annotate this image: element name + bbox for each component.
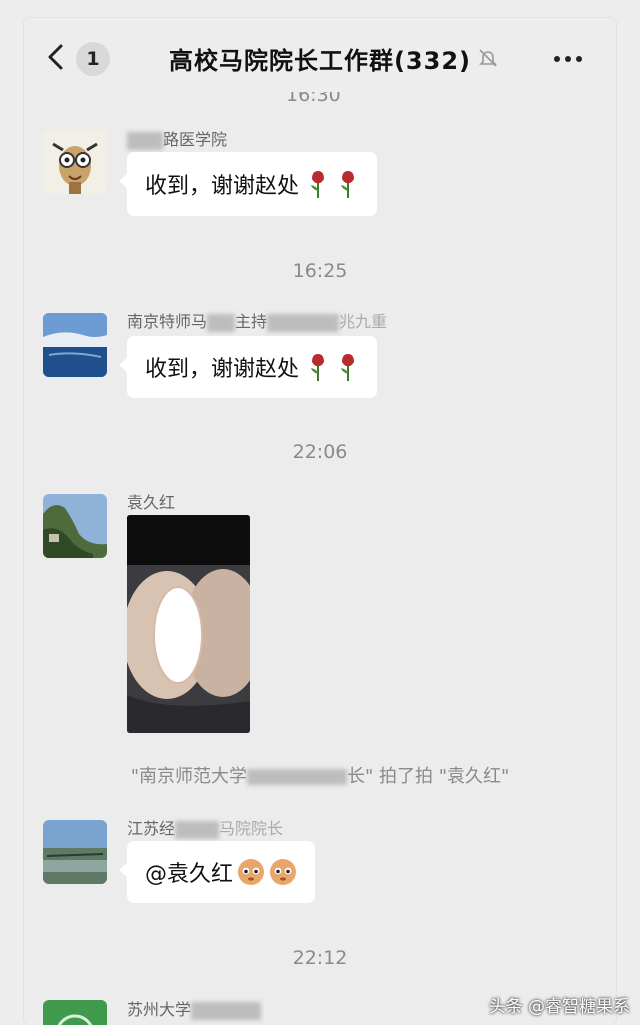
message-text: 收到，谢谢赵处	[145, 357, 300, 382]
avatar[interactable]	[43, 1000, 107, 1025]
sender-name-text: 江苏经	[127, 819, 176, 838]
sender-name: 江苏经 马院院长	[127, 815, 283, 839]
avatar[interactable]	[43, 494, 107, 558]
face-emoji-icon	[270, 859, 297, 885]
avatar[interactable]	[43, 313, 107, 377]
sender-name: 路医学院	[127, 126, 227, 150]
avatar[interactable]	[43, 130, 107, 194]
sender-name: 袁久红	[127, 493, 176, 512]
rose-icon	[311, 171, 325, 198]
system-text: "南京师范大学	[130, 766, 247, 787]
sender-name-text: 马院院长	[219, 819, 284, 838]
bell-off-icon	[479, 49, 497, 67]
rose-icon	[311, 354, 325, 381]
sender-name-text: 兆九重	[339, 312, 388, 331]
chat-window: 1 高校马院院长工作群(332) 16:30 路医学院 收到，谢谢赵处	[24, 18, 616, 1025]
message-bubble[interactable]: 收到，谢谢赵处	[118, 336, 378, 398]
blurred-text	[247, 769, 347, 785]
sender-name-text: 南京特师马	[127, 312, 208, 331]
watermark: 头条 @睿智糖果系	[488, 997, 630, 1017]
rose-icon	[341, 171, 355, 198]
avatar[interactable]	[43, 820, 107, 884]
blurred-text	[175, 820, 220, 839]
blurred-text	[127, 131, 163, 150]
chat-title: 高校马院院长工作群(332)	[168, 46, 472, 75]
message-text: @袁久红	[145, 862, 234, 887]
unread-count-badge[interactable]: 1	[76, 42, 110, 76]
back-arrow-icon[interactable]	[42, 42, 72, 72]
sender-name: 南京特师马 主持 兆九重	[127, 308, 387, 332]
chat-title-area[interactable]: 高校马院院长工作群(332)	[144, 40, 524, 76]
blurred-text	[207, 313, 236, 332]
clipped-timestamp: 16:30	[286, 92, 341, 102]
blurred-text	[191, 1001, 262, 1020]
more-dots-icon[interactable]	[554, 56, 594, 66]
sender-name: 苏州大学	[127, 996, 262, 1020]
pat-notification: "南京师范大学 长" 拍了拍 "袁久红"	[24, 762, 616, 788]
message-bubble[interactable]: @袁久红	[118, 841, 316, 903]
system-text: 长" 拍了拍 "袁久红"	[347, 766, 510, 787]
message-bubble[interactable]: 收到，谢谢赵处	[118, 152, 378, 216]
chat-header: 1 高校马院院长工作群(332)	[24, 18, 616, 96]
sender-name-text: 路医学院	[163, 130, 228, 149]
blurred-text	[267, 313, 340, 332]
image-attachment[interactable]	[127, 515, 250, 733]
timestamp: 22:12	[292, 947, 348, 969]
timestamp: 22:06	[292, 441, 348, 463]
sender-name-text: 苏州大学	[127, 1000, 192, 1019]
sender-name-text: 主持	[235, 312, 268, 331]
face-emoji-icon	[238, 859, 265, 885]
timestamp: 16:25	[292, 260, 348, 282]
rose-icon	[341, 354, 355, 381]
message-text: 收到，谢谢赵处	[145, 174, 300, 199]
